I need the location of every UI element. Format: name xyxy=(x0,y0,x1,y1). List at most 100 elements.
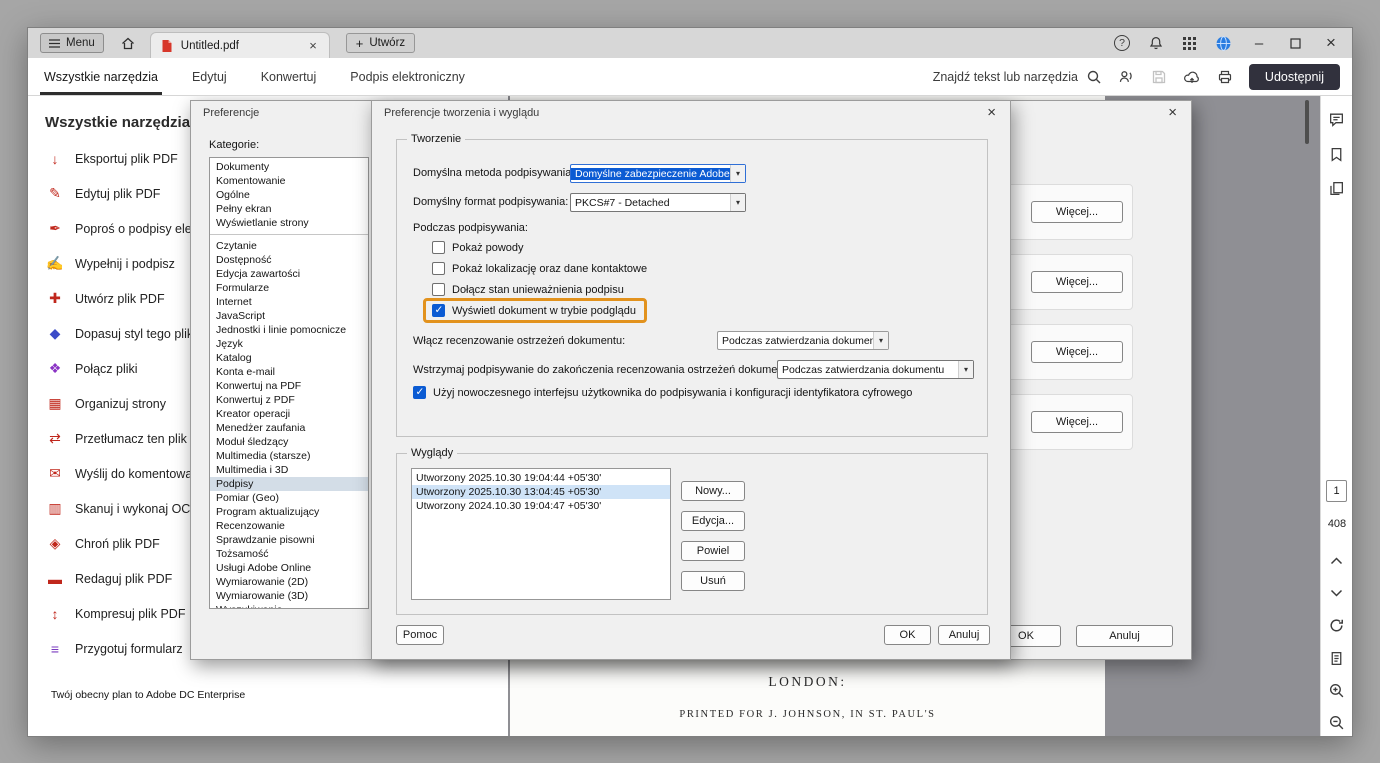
category-item[interactable]: Edycja zawartości xyxy=(210,267,368,281)
category-item[interactable]: Usługi Adobe Online xyxy=(210,561,368,575)
cloud-upload-icon[interactable] xyxy=(1183,69,1201,85)
ok-button[interactable]: OK xyxy=(884,625,931,645)
signing-method-dropdown[interactable]: Domyślne zabezpieczenie Adobe ▾ xyxy=(570,164,746,183)
category-item[interactable]: Dokumenty xyxy=(210,160,368,174)
read-aloud-icon[interactable] xyxy=(1118,68,1135,85)
save-icon[interactable] xyxy=(1151,69,1167,85)
category-item[interactable]: Wymiarowanie (3D) xyxy=(210,589,368,603)
category-item[interactable]: Recenzowanie xyxy=(210,519,368,533)
current-page-input[interactable]: 1 xyxy=(1326,480,1347,502)
attachments-panel-icon[interactable] xyxy=(1328,180,1345,197)
category-item[interactable]: Język xyxy=(210,337,368,351)
tool-icon: ◈ xyxy=(49,535,61,551)
window-close-button[interactable]: × xyxy=(1322,33,1340,53)
category-item[interactable]: Internet xyxy=(210,295,368,309)
category-item[interactable]: Program aktualizujący xyxy=(210,505,368,519)
menu-button[interactable]: Menu xyxy=(40,33,104,53)
checkbox[interactable] xyxy=(432,283,445,296)
checkbox-row[interactable]: Pokaż lokalizację oraz dane kontaktowe xyxy=(432,258,647,279)
category-item[interactable]: Kreator operacji xyxy=(210,407,368,421)
plan-text: Twój obecny plan to Adobe DC Enterprise xyxy=(50,689,246,701)
modern-ui-checkbox-row[interactable]: Użyj nowoczesnego interfejsu użytkownika… xyxy=(413,386,912,399)
category-item[interactable]: Dostępność xyxy=(210,253,368,267)
share-button[interactable]: Udostępnij xyxy=(1248,63,1340,90)
category-item[interactable]: Podpisy xyxy=(210,477,368,491)
category-item[interactable]: Komentowanie xyxy=(210,174,368,188)
toolbar-tab[interactable]: Edytuj xyxy=(188,58,231,95)
checkbox[interactable] xyxy=(432,304,445,317)
search-box[interactable]: Znajdź tekst lub narzędzia xyxy=(933,69,1102,85)
more-button[interactable]: Więcej... xyxy=(1031,201,1123,223)
comments-panel-icon[interactable] xyxy=(1328,111,1345,128)
checkbox-row[interactable]: Dołącz stan unieważnienia podpisu xyxy=(432,279,647,300)
category-item[interactable]: Czytanie xyxy=(210,234,368,253)
maximize-button[interactable] xyxy=(1286,37,1304,49)
notifications-bell-icon[interactable] xyxy=(1148,35,1164,51)
category-item[interactable]: Ogólne xyxy=(210,188,368,202)
checkbox[interactable] xyxy=(413,386,426,399)
category-item[interactable]: Pomiar (Geo) xyxy=(210,491,368,505)
create-tab-button[interactable]: + Utwórz xyxy=(345,33,416,53)
category-item[interactable]: Katalog xyxy=(210,351,368,365)
vertical-scrollbar[interactable] xyxy=(1305,100,1309,144)
appearance-action-button[interactable]: Nowy... xyxy=(681,481,745,501)
print-icon[interactable] xyxy=(1217,69,1233,85)
category-item[interactable]: Wymiarowanie (2D) xyxy=(210,575,368,589)
creation-dialog-close-icon[interactable]: × xyxy=(983,104,1000,121)
zoom-in-icon[interactable] xyxy=(1328,682,1345,699)
category-item[interactable]: Konwertuj z PDF xyxy=(210,393,368,407)
category-item[interactable]: Sprawdzanie pisowni xyxy=(210,533,368,547)
preferences-close-icon[interactable]: × xyxy=(1164,104,1181,121)
minimize-button[interactable]: – xyxy=(1250,35,1268,52)
category-item[interactable]: Moduł śledzący xyxy=(210,435,368,449)
bookmarks-panel-icon[interactable] xyxy=(1328,146,1345,163)
checkbox[interactable] xyxy=(432,262,445,275)
appearance-action-button[interactable]: Edycja... xyxy=(681,511,745,531)
cancel-button[interactable]: Anuluj xyxy=(938,625,990,645)
category-item[interactable]: Wyszukiwanie xyxy=(210,603,368,608)
appearance-action-button[interactable]: Usuń xyxy=(681,571,745,591)
reading-mode-icon[interactable] xyxy=(1328,650,1345,667)
home-icon[interactable] xyxy=(120,35,136,51)
appearance-item[interactable]: Utworzony 2024.10.30 19:04:47 +05'30' xyxy=(412,499,670,513)
help-icon[interactable]: ? xyxy=(1114,35,1130,51)
tab-close-icon[interactable]: × xyxy=(307,38,319,53)
review-warnings-dropdown[interactable]: Podczas zatwierdzania dokumentu ▾ xyxy=(717,331,889,350)
appearance-list[interactable]: Utworzony 2025.10.30 19:04:44 +05'30' Ut… xyxy=(411,468,671,600)
toolbar-tab[interactable]: Konwertuj xyxy=(257,58,321,95)
refresh-icon[interactable] xyxy=(1328,617,1345,634)
zoom-out-icon[interactable] xyxy=(1328,714,1345,731)
appearance-item[interactable]: Utworzony 2025.10.30 13:04:45 +05'30' xyxy=(412,485,670,499)
more-button[interactable]: Więcej... xyxy=(1031,411,1123,433)
apps-grid-icon[interactable] xyxy=(1182,36,1197,51)
appearance-item[interactable]: Utworzony 2025.10.30 19:04:44 +05'30' xyxy=(412,471,670,485)
help-button[interactable]: Pomoc xyxy=(396,625,444,645)
category-item[interactable]: Jednostki i linie pomocnicze xyxy=(210,323,368,337)
profile-globe-icon[interactable] xyxy=(1215,35,1232,52)
checkbox-row[interactable]: Pokaż powody xyxy=(432,237,647,258)
page-down-icon[interactable] xyxy=(1328,586,1345,600)
page-up-icon[interactable] xyxy=(1328,554,1345,568)
pause-signing-dropdown[interactable]: Podczas zatwierdzania dokumentu ▾ xyxy=(777,360,974,379)
appearance-action-button[interactable]: Powiel xyxy=(681,541,745,561)
category-item[interactable]: Formularze xyxy=(210,281,368,295)
category-item[interactable]: Multimedia i 3D xyxy=(210,463,368,477)
toolbar-tab[interactable]: Wszystkie narzędzia xyxy=(40,58,162,95)
categories-list[interactable]: Dokumenty Komentowanie Ogólne Pełny ekra… xyxy=(209,157,369,609)
category-item[interactable]: Konwertuj na PDF xyxy=(210,379,368,393)
document-tab[interactable]: Untitled.pdf × xyxy=(149,32,330,58)
category-item[interactable]: Konta e-mail xyxy=(210,365,368,379)
category-item[interactable]: Pełny ekran xyxy=(210,202,368,216)
category-item[interactable]: Multimedia (starsze) xyxy=(210,449,368,463)
preferences-cancel-button[interactable]: Anuluj xyxy=(1076,625,1173,647)
category-item[interactable]: Menedżer zaufania xyxy=(210,421,368,435)
more-button[interactable]: Więcej... xyxy=(1031,271,1123,293)
category-item[interactable]: JavaScript xyxy=(210,309,368,323)
more-button[interactable]: Więcej... xyxy=(1031,341,1123,363)
signing-format-dropdown[interactable]: PKCS#7 - Detached ▾ xyxy=(570,193,746,212)
toolbar-tab[interactable]: Podpis elektroniczny xyxy=(346,58,469,95)
category-item[interactable]: Wyświetlanie strony xyxy=(210,216,368,230)
category-item[interactable]: Tożsamość xyxy=(210,547,368,561)
checkbox[interactable] xyxy=(432,241,445,254)
checkbox-row[interactable]: Wyświetl dokument w trybie podglądu xyxy=(423,298,647,323)
